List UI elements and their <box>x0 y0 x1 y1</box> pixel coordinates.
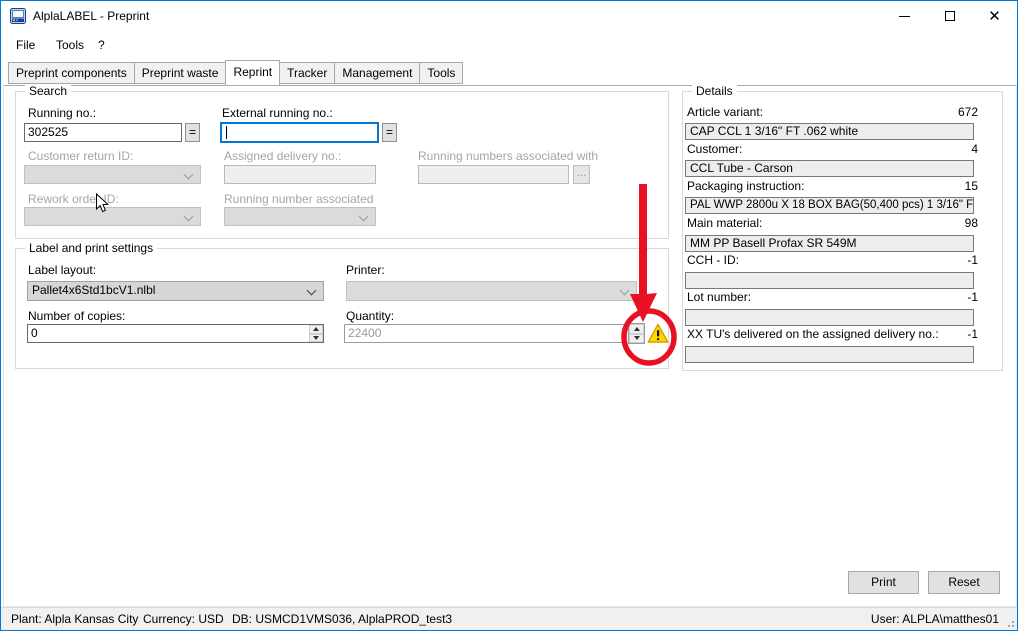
search-group-legend: Search <box>25 84 71 98</box>
status-currency: Currency: USD <box>143 612 224 626</box>
running-numbers-associated-with-label: Running numbers associated with <box>418 149 598 163</box>
running-numbers-browse-button: ... <box>573 165 590 184</box>
label-layout-combo[interactable]: Pallet4x6Std1bcV1.nlbl <box>27 281 324 301</box>
running-numbers-associated-with-input <box>418 165 569 184</box>
detail-field-lot-number <box>685 309 974 326</box>
number-of-copies-input[interactable]: 0 <box>27 324 324 343</box>
tab-tracker[interactable]: Tracker <box>279 62 335 84</box>
spinner-up-icon <box>629 324 644 334</box>
status-plant: Plant: Alpla Kansas City <box>11 612 138 626</box>
assigned-delivery-no-label: Assigned delivery no.: <box>224 149 341 163</box>
running-number-associated-label: Running number associated <box>224 192 373 206</box>
running-no-label: Running no.: <box>28 106 96 120</box>
tab-preprint-components[interactable]: Preprint components <box>8 62 135 84</box>
assigned-delivery-no-input <box>224 165 376 184</box>
label-layout-label: Label layout: <box>28 263 96 277</box>
text-caret <box>226 126 227 139</box>
quantity-label: Quantity: <box>346 309 394 323</box>
detail-id: 4 <box>685 142 978 156</box>
detail-field-article-variant: CAP CCL 1 3/16" FT .062 white <box>685 123 974 140</box>
detail-id: -1 <box>685 327 978 341</box>
warning-icon <box>647 323 669 344</box>
detail-id: -1 <box>685 253 978 267</box>
menu-help[interactable]: ? <box>93 35 110 55</box>
chevron-down-icon <box>359 212 369 222</box>
status-user: User: ALPLA\matthes01 <box>871 612 999 626</box>
print-button[interactable]: Print <box>848 571 919 594</box>
tab-management[interactable]: Management <box>334 62 420 84</box>
external-running-no-input[interactable] <box>220 122 379 143</box>
number-of-copies-spinner[interactable] <box>309 325 323 342</box>
external-running-no-label: External running no.: <box>222 106 333 120</box>
status-bar: Plant: Alpla Kansas City Currency: USD D… <box>1 607 1017 630</box>
detail-field-xx-tus-delivered <box>685 346 974 363</box>
chevron-down-icon <box>620 286 630 296</box>
label-print-settings-legend: Label and print settings <box>25 241 157 255</box>
app-window: AlplaLABEL - Preprint ✕ File Tools ? Pre… <box>0 0 1018 631</box>
detail-id: 98 <box>685 216 978 230</box>
spinner-up-icon[interactable] <box>309 325 323 334</box>
menu-tools[interactable]: Tools <box>51 35 89 55</box>
close-icon: ✕ <box>988 9 1001 24</box>
running-number-associated-combo <box>224 207 376 226</box>
reset-button[interactable]: Reset <box>928 571 1000 594</box>
resize-grip[interactable] <box>1004 617 1014 627</box>
menu-file[interactable]: File <box>11 35 40 55</box>
maximize-button[interactable] <box>927 1 972 31</box>
spinner-down-icon[interactable] <box>309 334 323 343</box>
window-title: AlplaLABEL - Preprint <box>33 9 149 23</box>
external-running-no-equals-button[interactable]: = <box>382 123 397 142</box>
maximize-icon <box>945 11 955 21</box>
detail-field-customer: CCL Tube - Carson <box>685 160 974 177</box>
close-button[interactable]: ✕ <box>972 1 1017 31</box>
spinner-down-icon <box>629 334 644 344</box>
customer-return-id-combo <box>24 165 201 184</box>
details-group-legend: Details <box>692 84 737 98</box>
chevron-down-icon <box>184 170 194 180</box>
quantity-input: 22400 <box>344 324 625 343</box>
app-icon <box>10 8 26 24</box>
detail-id: 672 <box>685 105 978 119</box>
detail-id: -1 <box>685 290 978 304</box>
tab-reprint[interactable]: Reprint <box>225 60 280 85</box>
detail-field-packaging-instruction: PAL WWP 2800u X 18 BOX BAG(50,400 pcs) 1… <box>685 197 974 214</box>
detail-id: 15 <box>685 179 978 193</box>
chevron-down-icon <box>307 286 317 296</box>
rework-order-id-combo <box>24 207 201 226</box>
customer-return-id-label: Customer return ID: <box>28 149 133 163</box>
rework-order-id-label: Rework order ID: <box>28 192 119 206</box>
chevron-down-icon <box>184 212 194 222</box>
tab-preprint-waste[interactable]: Preprint waste <box>134 62 227 84</box>
running-no-input[interactable]: 302525 <box>24 123 182 142</box>
printer-combo <box>346 281 637 301</box>
quantity-spinner <box>628 323 645 344</box>
status-db: DB: USMCD1VMS036, AlplaPROD_test3 <box>232 612 452 626</box>
detail-field-cch-id <box>685 272 974 289</box>
number-of-copies-label: Number of copies: <box>28 309 125 323</box>
menu-bar: File Tools ? <box>1 32 1017 57</box>
running-no-equals-button[interactable]: = <box>185 123 200 142</box>
tab-tools[interactable]: Tools <box>419 62 463 84</box>
minimize-icon <box>899 16 910 17</box>
tab-strip: Preprint components Preprint waste Repri… <box>9 60 463 84</box>
printer-label: Printer: <box>346 263 385 277</box>
minimize-button[interactable] <box>882 1 927 31</box>
title-bar: AlplaLABEL - Preprint ✕ <box>1 1 1017 31</box>
detail-field-main-material: MM PP Basell Profax SR 549M <box>685 235 974 252</box>
